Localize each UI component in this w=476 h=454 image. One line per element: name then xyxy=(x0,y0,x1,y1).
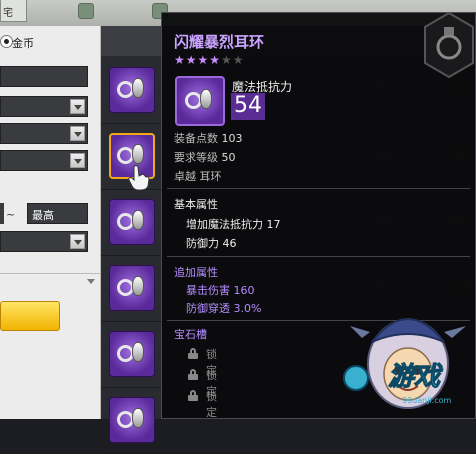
divider xyxy=(167,256,470,257)
base-attribute: 增加魔法抵抗力 17 xyxy=(186,218,281,231)
gem-slot-status: 锁定 xyxy=(206,390,217,419)
auction-window: 宅 金币 ~ 最高 等级 50 500 50 49 xyxy=(0,0,476,454)
item-rating: ★★★★★★ xyxy=(174,53,245,67)
lock-icon xyxy=(188,369,198,380)
extra-attribute: 防御穿透 3.0% xyxy=(186,302,262,315)
watermark: 游戏 99danji.com xyxy=(340,298,476,419)
earring-icon[interactable] xyxy=(109,331,155,377)
lock-icon xyxy=(188,390,198,401)
watermark-url: 99danji.com xyxy=(402,396,452,405)
main-stat-value: 54 xyxy=(231,93,265,120)
earring-icon[interactable] xyxy=(109,397,155,443)
filter-panel: 金币 ~ 最高 xyxy=(0,26,101,419)
chevron-down-icon[interactable] xyxy=(70,99,85,114)
item-grade-emblem-icon xyxy=(424,11,474,79)
equip-points-value: 103 xyxy=(221,132,243,145)
earring-icon[interactable] xyxy=(109,67,155,113)
base-attribute: 防御力 46 xyxy=(186,237,237,250)
range-max-input[interactable]: 最高 xyxy=(27,203,88,224)
watermark-brand: 游戏 xyxy=(387,362,441,393)
extra-attributes-heading: 追加属性 xyxy=(174,266,218,279)
currency-gold-option[interactable]: 金币 xyxy=(0,30,101,52)
base-attributes-heading: 基本属性 xyxy=(174,198,218,211)
search-button[interactable] xyxy=(0,301,60,331)
item-rank-type: 卓越 耳环 xyxy=(174,168,222,184)
filter-dropdown[interactable] xyxy=(0,150,88,171)
required-level: 要求等级 50 xyxy=(174,149,236,165)
range-separator: ~ xyxy=(6,208,16,221)
earring-icon xyxy=(175,76,225,126)
range-min-input[interactable] xyxy=(0,203,4,224)
equip-points: 装备点数 103 xyxy=(174,130,243,146)
chevron-down-icon[interactable] xyxy=(70,234,85,249)
item-title: 闪耀暴烈耳环 xyxy=(174,33,265,51)
equip-points-label: 装备点数 xyxy=(174,132,218,145)
star-filled-icon: ★★★★ xyxy=(174,53,222,67)
chevron-down-icon[interactable] xyxy=(70,126,85,141)
hand-cursor-icon xyxy=(128,165,150,191)
filter-input[interactable] xyxy=(0,66,88,87)
extra-attribute: 暴击伤害 160 xyxy=(186,284,255,297)
required-level-label: 要求等级 xyxy=(174,151,218,164)
chevron-down-icon[interactable] xyxy=(70,153,85,168)
star-empty-icon: ★★ xyxy=(221,53,245,67)
collapse-toggle[interactable] xyxy=(0,274,101,290)
gem-slots-heading: 宝石槽 xyxy=(174,328,207,341)
item-type: 耳环 xyxy=(199,170,222,183)
item-rank: 卓越 xyxy=(174,170,196,183)
required-level-value: 50 xyxy=(221,151,236,164)
filter-dropdown[interactable] xyxy=(0,123,88,144)
currency-label: 金币 xyxy=(12,37,34,50)
gem-icon xyxy=(78,3,94,19)
divider xyxy=(167,188,470,189)
lock-icon xyxy=(188,348,198,359)
earring-icon[interactable] xyxy=(109,199,155,245)
filter-dropdown[interactable] xyxy=(0,231,88,252)
earring-icon[interactable] xyxy=(109,265,155,311)
filter-dropdown[interactable] xyxy=(0,96,88,117)
top-tab[interactable]: 宅 xyxy=(0,0,27,22)
